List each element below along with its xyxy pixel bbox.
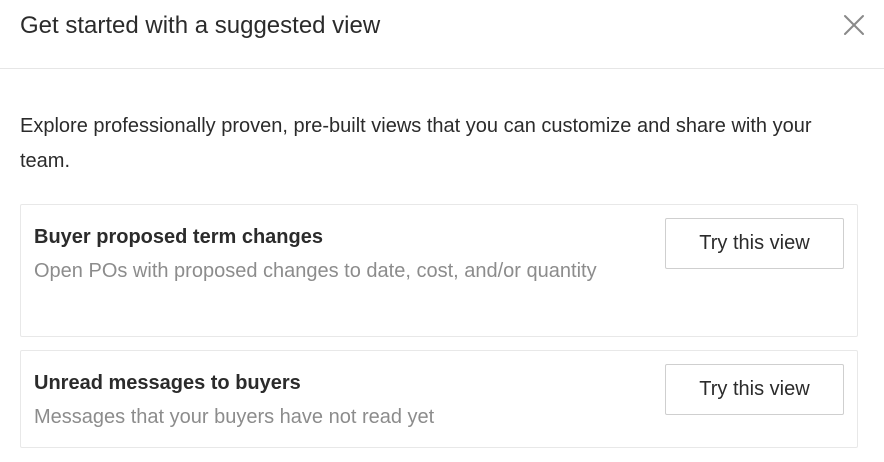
try-this-view-button[interactable]: Try this view [665,218,844,269]
view-card-title: Unread messages to buyers [34,372,301,394]
try-this-view-button[interactable]: Try this view [665,364,844,415]
view-card-buyer-proposed-term-changes: Buyer proposed term changes Open POs wit… [20,204,858,337]
intro-text: Explore professionally proven, pre-built… [20,115,812,172]
modal-title: Get started with a suggested view [20,12,381,39]
view-card-unread-messages-to-buyers: Unread messages to buyers Messages that … [20,350,858,448]
view-card-description: Messages that your buyers have not read … [34,406,435,428]
close-button[interactable] [838,11,870,43]
view-card-title: Buyer proposed term changes [34,226,323,248]
suggested-view-modal: Get started with a suggested view Explor… [0,0,884,462]
close-icon [844,15,864,35]
view-card-description: Open POs with proposed changes to date, … [34,260,597,282]
modal-header: Get started with a suggested view [0,0,884,69]
